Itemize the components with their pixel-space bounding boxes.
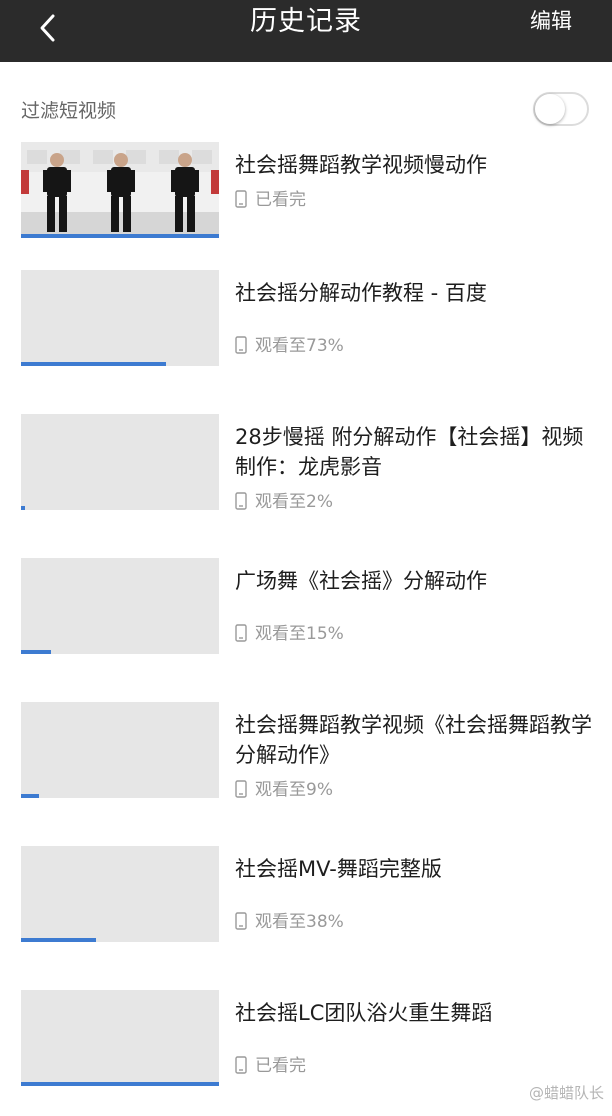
- video-title: 社会摇舞蹈教学视频《社会摇舞蹈教学分解动作》: [235, 713, 592, 767]
- phone-icon: [235, 1056, 247, 1074]
- watch-progress-fill: [21, 506, 25, 510]
- watch-progress-bar: [21, 650, 219, 654]
- video-thumbnail[interactable]: [21, 846, 219, 942]
- watch-progress-fill: [21, 1082, 219, 1086]
- phone-icon: [235, 190, 247, 208]
- phone-icon: [235, 624, 247, 642]
- watch-progress-fill: [21, 794, 39, 798]
- watch-progress-fill: [21, 234, 219, 238]
- watch-status-text: 观看至15%: [255, 624, 344, 644]
- watch-status: 观看至38%: [235, 910, 344, 934]
- video-thumbnail[interactable]: [21, 142, 219, 238]
- video-title: 28步慢摇 附分解动作【社会摇】视频制作：龙虎影音: [235, 425, 584, 479]
- watch-status-text: 观看至73%: [255, 336, 344, 356]
- video-title: 社会摇LC团队浴火重生舞蹈: [235, 1001, 493, 1025]
- history-item[interactable]: 社会摇MV-舞蹈完整版观看至38%: [0, 846, 612, 958]
- history-item[interactable]: 社会摇分解动作教程 - 百度观看至73%: [0, 270, 612, 382]
- history-item[interactable]: 28步慢摇 附分解动作【社会摇】视频制作：龙虎影音观看至2%: [0, 414, 612, 526]
- watch-status-text: 观看至9%: [255, 780, 333, 800]
- watch-progress-bar: [21, 506, 219, 510]
- watch-status-text: 已看完: [255, 1056, 306, 1076]
- video-thumbnail[interactable]: [21, 990, 219, 1086]
- page-title: 历史记录: [250, 6, 362, 37]
- watch-status: 已看完: [235, 188, 306, 212]
- watch-progress-bar: [21, 794, 219, 798]
- watch-status-text: 观看至38%: [255, 912, 344, 932]
- watch-progress-fill: [21, 650, 51, 654]
- watch-progress-bar: [21, 938, 219, 942]
- history-item[interactable]: 社会摇舞蹈教学视频慢动作已看完: [0, 142, 612, 254]
- filter-short-video-toggle[interactable]: [533, 92, 589, 126]
- phone-icon: [235, 780, 247, 798]
- watch-progress-fill: [21, 938, 96, 942]
- edit-button[interactable]: 编辑: [530, 6, 572, 36]
- watch-progress-bar: [21, 234, 219, 238]
- watch-status-text: 观看至2%: [255, 492, 333, 512]
- video-title: 社会摇分解动作教程 - 百度: [235, 281, 487, 305]
- phone-icon: [235, 912, 247, 930]
- watch-status: 观看至15%: [235, 622, 344, 646]
- watch-progress-bar: [21, 1082, 219, 1086]
- video-thumbnail[interactable]: [21, 702, 219, 798]
- video-thumbnail[interactable]: [21, 414, 219, 510]
- video-thumbnail-image: [21, 142, 219, 238]
- toggle-knob: [535, 94, 565, 124]
- watch-status: 观看至2%: [235, 490, 333, 514]
- watch-progress-bar: [21, 362, 219, 366]
- phone-icon: [235, 492, 247, 510]
- video-title: 社会摇舞蹈教学视频慢动作: [235, 153, 487, 177]
- video-thumbnail[interactable]: [21, 270, 219, 366]
- phone-icon: [235, 336, 247, 354]
- filter-short-video-label: 过滤短视频: [21, 100, 117, 122]
- watch-status: 观看至73%: [235, 334, 344, 358]
- watch-status: 观看至9%: [235, 778, 333, 802]
- history-item[interactable]: 社会摇舞蹈教学视频《社会摇舞蹈教学分解动作》观看至9%: [0, 702, 612, 814]
- watch-status: 已看完: [235, 1054, 306, 1078]
- video-thumbnail[interactable]: [21, 558, 219, 654]
- filter-row: 过滤短视频: [0, 90, 612, 130]
- video-title: 广场舞《社会摇》分解动作: [235, 569, 487, 593]
- watch-progress-fill: [21, 362, 166, 366]
- history-item[interactable]: 社会摇LC团队浴火重生舞蹈已看完: [0, 990, 612, 1102]
- video-title: 社会摇MV-舞蹈完整版: [235, 857, 442, 881]
- history-item[interactable]: 广场舞《社会摇》分解动作观看至15%: [0, 558, 612, 670]
- watermark: @蜡蜡队长: [528, 1084, 604, 1102]
- watch-status-text: 已看完: [255, 190, 306, 210]
- top-bar: 历史记录 编辑: [0, 0, 612, 62]
